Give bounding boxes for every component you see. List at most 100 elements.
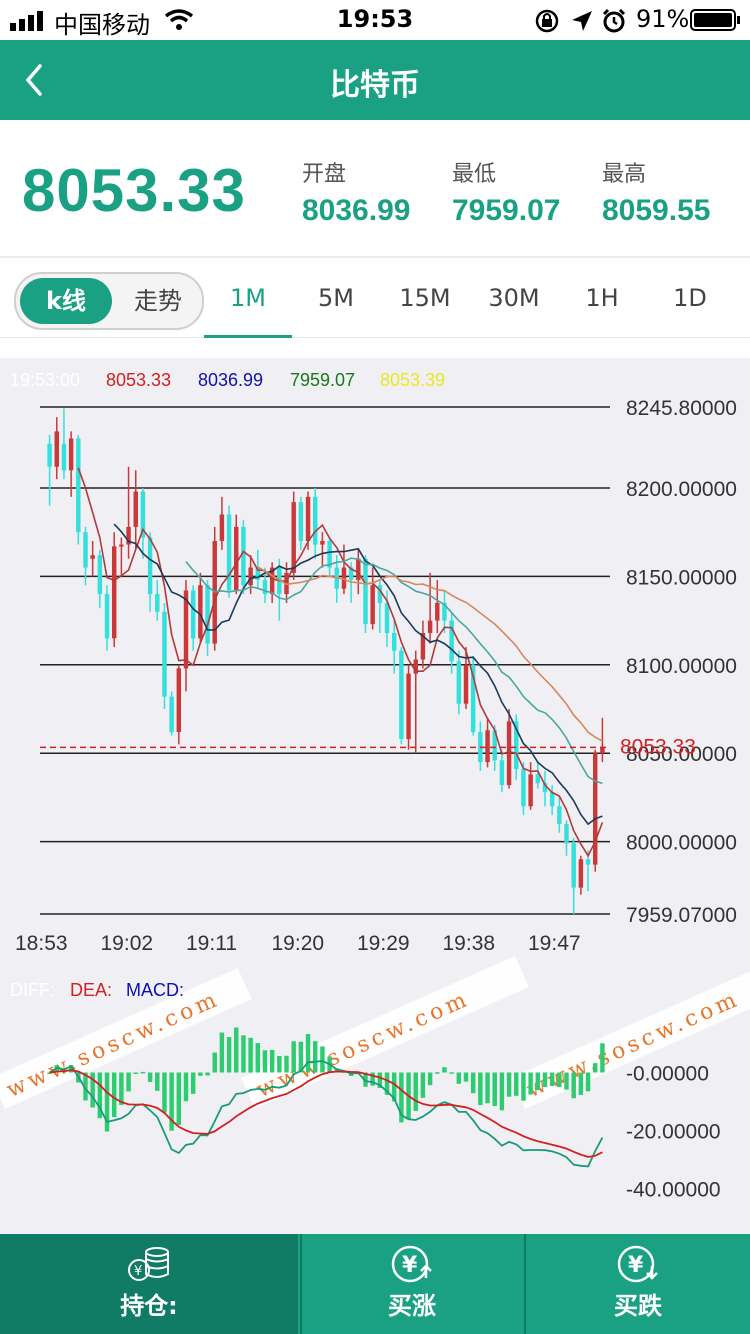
candle <box>241 526 246 586</box>
candle <box>119 544 124 547</box>
macd-bar <box>234 1027 239 1073</box>
macd-dea-label: DEA: <box>70 980 112 1000</box>
watermark: www.soscw.com <box>511 964 750 1109</box>
svg-text:www.soscw.com: www.soscw.com <box>523 986 744 1103</box>
battery-percent: 91% <box>636 5 690 33</box>
candle <box>147 537 153 595</box>
macd-bar <box>147 1072 153 1082</box>
candle <box>320 541 325 545</box>
macd-bar <box>593 1063 598 1073</box>
macd-y-axis-labels: -0.00000 -20.00000 -40.00000 <box>626 1063 721 1202</box>
y-tick-label: 8150.00000 <box>626 566 737 589</box>
candle <box>449 620 454 662</box>
candle <box>176 668 182 732</box>
macd-bar <box>248 1037 253 1073</box>
high-stat: 最高 8059.55 <box>602 156 710 228</box>
active-tab-indicator <box>204 335 292 338</box>
candle <box>90 555 95 559</box>
macd-bar <box>514 1072 519 1096</box>
macd-bar <box>320 1046 325 1073</box>
candle <box>298 502 304 542</box>
candle <box>111 546 117 639</box>
candle <box>521 769 526 807</box>
open-stat: 开盘 8036.99 <box>302 156 410 228</box>
period-tab-1h[interactable]: 1H <box>558 284 646 312</box>
current-price-label: 8053.33 <box>620 735 696 758</box>
macd-bar <box>492 1072 497 1107</box>
chart-area[interactable]: 19:53:00 8053.33 8036.99 7959.07 8053.39… <box>0 358 750 1234</box>
macd-bar <box>499 1072 505 1111</box>
macd-bar <box>226 1037 232 1073</box>
macd-bar <box>190 1072 196 1094</box>
candle <box>549 792 555 807</box>
macd-bar <box>269 1049 275 1073</box>
y-tick-label: 8245.80000 <box>626 397 737 420</box>
nav-bar: 比特币 <box>0 40 750 120</box>
chart-tabs: k线 走势 1M 5M 15M 30M 1H 1D <box>0 258 750 338</box>
candle <box>456 661 462 704</box>
macd-bar <box>126 1072 131 1092</box>
macd-bar <box>528 1072 533 1095</box>
buy-up-button[interactable]: ¥ 买涨 <box>300 1234 522 1334</box>
candle <box>485 730 490 763</box>
candle <box>205 585 210 644</box>
battery-icon <box>690 9 740 31</box>
bottom-action-bar: ¥ 持仓: ¥ 买涨 ¥ 买跌 <box>0 1234 750 1334</box>
candle <box>169 696 174 732</box>
macd-bar <box>435 1072 440 1074</box>
macd-bar <box>262 1050 268 1073</box>
macd-bar <box>456 1072 462 1084</box>
y-tick-label: 7959.07000 <box>626 904 737 927</box>
x-axis-labels: 18:53 19:02 19:11 19:20 19:29 19:38 19:47 <box>15 932 581 955</box>
low-value: 7959.07 <box>452 194 561 227</box>
candle <box>190 590 196 639</box>
macd-bar <box>155 1072 160 1091</box>
buy-down-label: 买跌 <box>614 1292 662 1320</box>
candle <box>557 806 562 824</box>
macd-bar <box>549 1072 555 1086</box>
candle <box>104 594 110 639</box>
macd-bar <box>291 1041 296 1073</box>
macd-bar <box>578 1072 584 1095</box>
candle <box>68 438 74 471</box>
holdings-button[interactable]: ¥ 持仓: <box>0 1234 298 1334</box>
buy-down-button[interactable]: ¥ 买跌 <box>524 1234 750 1334</box>
macd-bar <box>219 1032 225 1073</box>
macd-bar <box>485 1072 490 1104</box>
x-tick-label: 19:20 <box>272 932 325 955</box>
period-tab-15m[interactable]: 15M <box>381 284 469 312</box>
macd-bar <box>463 1072 469 1082</box>
candle <box>248 567 253 586</box>
candle <box>313 496 318 545</box>
x-tick-label: 19:47 <box>528 932 581 955</box>
status-bar: 中国移动 19:53 91% <box>0 0 750 40</box>
period-tab-1m[interactable]: 1M <box>204 284 292 312</box>
yen-up-icon: ¥ <box>391 1245 432 1283</box>
info-time: 19:53:00 <box>10 370 80 390</box>
buy-up-label: 买涨 <box>388 1292 436 1320</box>
info-value-1: 8053.33 <box>106 370 171 390</box>
period-tab-5m[interactable]: 5M <box>292 284 380 312</box>
period-tab-30m[interactable]: 30M <box>470 284 558 312</box>
macd-bar <box>284 1055 289 1073</box>
macd-bar <box>442 1067 447 1073</box>
candle <box>97 555 103 595</box>
macd-bar <box>470 1072 476 1094</box>
period-tab-1d[interactable]: 1D <box>646 284 734 312</box>
candle <box>463 664 469 704</box>
macd-bar <box>535 1072 541 1091</box>
macd-bar <box>111 1072 117 1118</box>
candle <box>61 443 67 471</box>
candle <box>571 843 576 888</box>
svg-text:¥: ¥ <box>402 1253 418 1278</box>
candle <box>528 774 533 807</box>
macd-bar <box>212 1052 217 1073</box>
tab-trend[interactable]: 走势 <box>116 278 200 324</box>
tab-kline[interactable]: k线 <box>20 278 112 324</box>
candle <box>155 594 160 612</box>
grid-lines <box>40 406 610 915</box>
macd-bar <box>140 1071 146 1074</box>
candle <box>54 431 59 467</box>
macd-bar <box>198 1072 203 1076</box>
kline-chart[interactable]: 19:53:00 8053.33 8036.99 7959.07 8053.39… <box>0 358 750 1234</box>
